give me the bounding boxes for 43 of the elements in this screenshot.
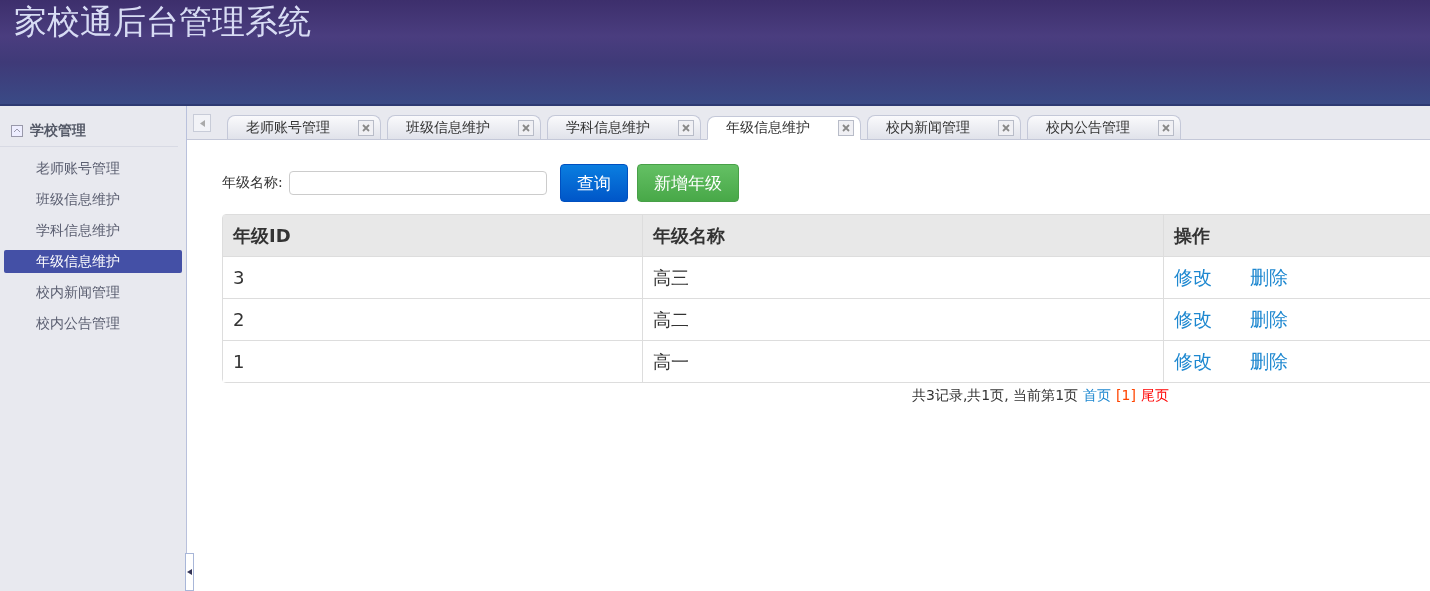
scroll-left-button[interactable] xyxy=(193,114,211,132)
tab[interactable]: 学科信息维护 xyxy=(547,115,701,139)
action-link[interactable]: 删除 xyxy=(1250,348,1288,375)
table-cell-text: 3 xyxy=(232,266,246,290)
close-icon[interactable] xyxy=(838,120,854,136)
tab[interactable]: 班级信息维护 xyxy=(387,115,541,139)
field-label: 年级名称: xyxy=(222,174,283,192)
collapse-handle[interactable] xyxy=(185,553,194,591)
action-link[interactable]: 修改 xyxy=(1174,264,1212,291)
action-link[interactable]: 修改 xyxy=(1174,348,1212,375)
sidebar-item[interactable]: 年级信息维护 xyxy=(4,250,182,273)
action-link[interactable]: 删除 xyxy=(1250,306,1288,333)
action-link[interactable]: 修改 xyxy=(1174,306,1212,333)
sidebar-item[interactable]: 校内新闻管理 xyxy=(4,281,182,304)
close-icon[interactable] xyxy=(518,119,534,136)
page-link[interactable]: 首页 xyxy=(1083,387,1112,405)
tab[interactable]: 校内新闻管理 xyxy=(867,115,1021,139)
group-title: 学校管理 xyxy=(30,122,86,140)
system-title: 家校通后台管理系统 xyxy=(13,1,311,43)
close-icon[interactable] xyxy=(1158,119,1174,136)
table-cell-text: 2 xyxy=(232,308,246,332)
table-cell-text: 1 xyxy=(232,350,246,374)
collapse-icon[interactable] xyxy=(11,125,23,137)
input-field[interactable] xyxy=(288,171,547,195)
sidebar-item[interactable]: 老师账号管理 xyxy=(4,157,182,180)
sidebar-item[interactable]: 学科信息维护 xyxy=(4,219,182,242)
sidebar-item[interactable]: 班级信息维护 xyxy=(4,188,182,211)
tab[interactable]: 老师账号管理 xyxy=(227,115,381,139)
close-icon[interactable] xyxy=(678,119,694,136)
sidebar-group-header[interactable]: 学校管理 xyxy=(0,106,178,147)
query-button[interactable]: 查询 xyxy=(559,164,628,202)
tab[interactable]: 校内公告管理 xyxy=(1027,115,1181,139)
close-icon[interactable] xyxy=(358,119,374,136)
action-link[interactable]: 删除 xyxy=(1250,264,1288,291)
column-header: 年级ID xyxy=(232,223,292,248)
page-summary: 共3记录,共1页, 当前第1页 xyxy=(912,387,1079,405)
tab[interactable]: 年级信息维护 xyxy=(707,116,861,140)
page-link[interactable]: 尾页 xyxy=(1140,387,1169,405)
page-link[interactable]: [1] xyxy=(1116,387,1136,405)
sidebar-item[interactable]: 校内公告管理 xyxy=(4,312,182,335)
close-icon[interactable] xyxy=(998,119,1014,136)
table-cell: 高一 xyxy=(642,341,1163,382)
left-arrow-icon[interactable] xyxy=(187,569,192,575)
